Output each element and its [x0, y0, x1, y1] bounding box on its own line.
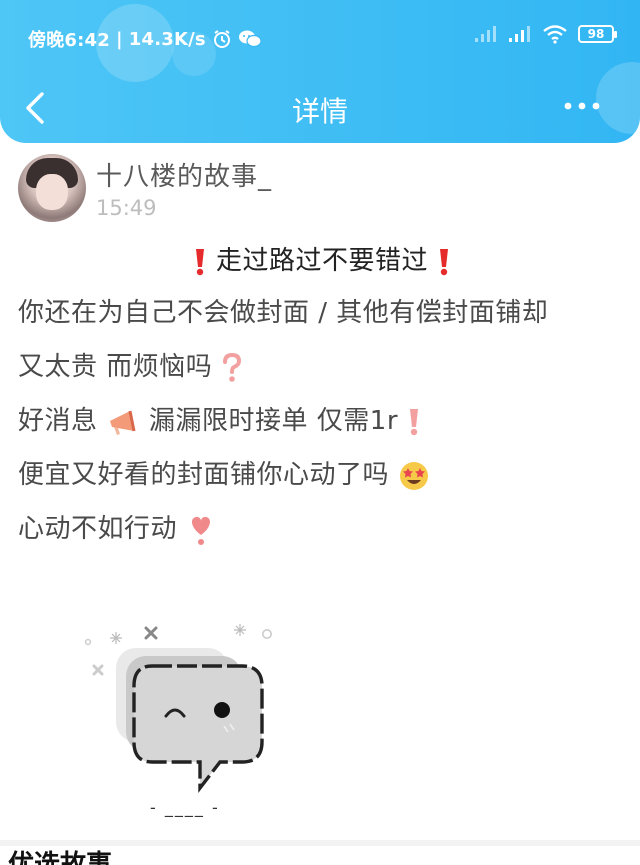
- wifi-icon: [542, 24, 568, 44]
- megaphone-icon: [110, 410, 136, 435]
- alarm-icon: [212, 29, 232, 49]
- post-line: 好消息: [18, 406, 98, 436]
- signal-icon: [508, 25, 532, 43]
- battery-level: 98: [587, 27, 605, 41]
- section-title-text: 优选故事: [8, 850, 113, 865]
- section-divider: [0, 840, 640, 846]
- battery-icon: 98: [578, 25, 617, 43]
- status-bar: 傍晚6:42 | 14.3K/s 98: [0, 0, 640, 76]
- post-body: 走过路过不要错过 你还在为自己不会做封面 / 其他有偿封面铺却 又太贵 而烦恼吗…: [18, 236, 626, 556]
- exclamation-icon: [409, 408, 418, 435]
- post-line: 心动不如行动: [18, 514, 178, 544]
- post-line: 走过路过不要错过: [215, 246, 428, 276]
- post-line-row: 好消息 漏漏限时接单 仅需1r: [18, 394, 626, 448]
- star-struck-emoji-icon: [399, 461, 428, 490]
- author-name[interactable]: 十八楼的故事_: [96, 156, 272, 193]
- post-line-row: 又太贵 而烦恼吗: [18, 340, 626, 394]
- post-line-row: 心动不如行动: [18, 502, 626, 556]
- post-line-row: 便宜又好看的封面铺你心动了吗: [18, 448, 626, 502]
- status-right: 98: [474, 24, 617, 44]
- nav-bar: 详情: [0, 78, 640, 140]
- image-placeholder-text: - ____ -: [150, 798, 220, 817]
- post-line: 漏漏限时接单 仅需1r: [149, 406, 399, 436]
- post-author: 十八楼的故事_ 15:49: [18, 150, 618, 226]
- more-button[interactable]: [562, 96, 602, 116]
- post-line-headline: 走过路过不要错过: [18, 236, 626, 286]
- more-icon: [564, 102, 600, 110]
- post-line: 又太贵 而烦恼吗: [18, 352, 213, 382]
- network-speed: 14.3K/s: [128, 28, 206, 50]
- image-placeholder-icon: [84, 624, 273, 793]
- status-left: 傍晚6:42 | 14.3K/s: [28, 26, 262, 52]
- post-line: 便宜又好看的封面铺你心动了吗: [18, 460, 390, 490]
- heart-exclamation-icon: [191, 516, 210, 545]
- header: 傍晚6:42 | 14.3K/s 98 详情: [0, 0, 640, 143]
- page-title: 详情: [291, 95, 348, 128]
- wechat-icon: [238, 29, 262, 49]
- post-time: 15:49: [96, 196, 157, 220]
- section-title: 优选故事: [8, 848, 308, 865]
- post-line: 你还在为自己不会做封面 / 其他有偿封面铺却: [18, 298, 549, 328]
- status-time: 傍晚6:42: [28, 30, 110, 51]
- exclamation-icon: [439, 248, 448, 275]
- question-icon: [223, 352, 242, 382]
- exclamation-icon: [196, 248, 205, 275]
- signal-icon: [474, 25, 498, 43]
- status-separator: |: [115, 28, 123, 50]
- avatar[interactable]: [18, 154, 86, 222]
